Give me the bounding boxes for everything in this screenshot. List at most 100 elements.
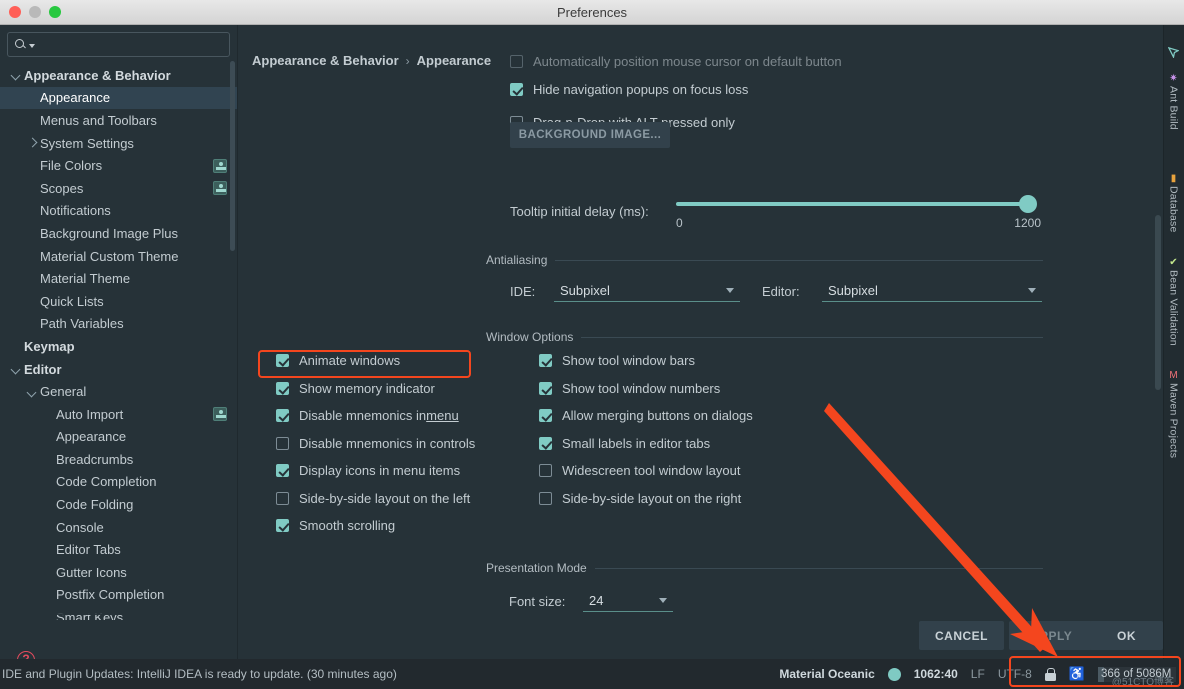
chevron-down-icon[interactable]	[8, 361, 24, 377]
settings-sidebar: Appearance & Behavior Appearance Menus and…	[0, 25, 237, 620]
chevron-right-icon[interactable]	[24, 135, 40, 151]
sidebar-item-appearance[interactable]: Appearance	[0, 426, 237, 449]
status-encoding[interactable]: UTF-8	[998, 667, 1032, 681]
sidebar-item-label: Quick Lists	[40, 293, 104, 309]
sidebar-item-scopes[interactable]: Scopes	[0, 177, 237, 200]
sidebar-scrollbar[interactable]	[230, 61, 235, 251]
checkbox-icon[interactable]	[539, 409, 552, 423]
search-box[interactable]	[7, 32, 230, 57]
sidebar-item-code-completion[interactable]: Code Completion	[0, 471, 237, 494]
checkbox-row[interactable]: Widescreen tool window layout	[539, 457, 829, 485]
sidebar-item-console[interactable]: Console	[0, 516, 237, 539]
sidebar-item-auto-import[interactable]: Auto Import	[0, 403, 237, 426]
chevron-down-icon[interactable]	[726, 288, 734, 293]
checkbox-icon[interactable]	[539, 436, 552, 450]
checkbox-row[interactable]: Smooth scrolling	[276, 512, 536, 540]
checkbox-row[interactable]: Show tool window bars	[539, 347, 829, 375]
checkbox-row[interactable]: Automatically position mouse cursor on d…	[510, 54, 842, 68]
sidebar-item-label: File Colors	[40, 158, 103, 174]
sidebar-item-system-settings[interactable]: System Settings	[0, 132, 237, 155]
minimize-window-icon[interactable]	[29, 6, 41, 18]
tool-window-ant-build[interactable]: ✷ Ant Build	[1163, 73, 1184, 130]
sidebar-item-path-variables[interactable]: Path Variables	[0, 313, 237, 336]
sidebar-item-label: Path Variables	[40, 316, 124, 332]
sidebar-item-keymap[interactable]: Keymap	[0, 335, 237, 358]
lock-icon[interactable]	[1044, 667, 1056, 681]
search-input[interactable]	[35, 37, 223, 52]
maximize-window-icon[interactable]	[49, 6, 61, 18]
checkbox-icon[interactable]	[276, 409, 289, 423]
editor-antialiasing-combo[interactable]: Subpixel	[822, 280, 1042, 302]
sidebar-item-editor-tabs[interactable]: Editor Tabs	[0, 538, 237, 561]
sidebar-item-editor[interactable]: Editor	[0, 358, 237, 381]
trash-icon[interactable]: ♿	[1069, 666, 1085, 682]
checkbox-row[interactable]: Display icons in menu items	[276, 457, 536, 485]
font-size-combo[interactable]: 24	[583, 590, 673, 612]
cursor-arrow-icon	[1168, 47, 1179, 58]
checkbox-icon[interactable]	[510, 54, 523, 68]
sidebar-item-notifications[interactable]: Notifications	[0, 200, 237, 223]
sidebar-item-file-colors[interactable]: File Colors	[0, 154, 237, 177]
ide-antialiasing-combo[interactable]: Subpixel	[554, 280, 740, 302]
tool-window-database[interactable]: ▮ Database	[1163, 173, 1184, 233]
sidebar-item-quick-lists[interactable]: Quick Lists	[0, 290, 237, 313]
sidebar-item-menus-and-toolbars[interactable]: Menus and Toolbars	[0, 109, 237, 132]
checkbox-icon[interactable]	[539, 491, 552, 505]
checkbox-icon[interactable]	[276, 354, 289, 368]
background-image-button[interactable]: BACKGROUND IMAGE...	[510, 122, 670, 148]
status-caret-position[interactable]: 1062:40	[914, 667, 958, 681]
editor-antialiasing-value: Subpixel	[828, 283, 878, 298]
checkbox-icon[interactable]	[539, 354, 552, 368]
sidebar-item-appearance[interactable]: Appearance	[0, 86, 237, 110]
sidebar-item-gutter-icons[interactable]: Gutter Icons	[0, 561, 237, 584]
chevron-down-icon[interactable]	[24, 384, 40, 400]
checkbox-icon[interactable]	[276, 464, 289, 478]
sidebar-item-code-folding[interactable]: Code Folding	[0, 493, 237, 516]
sidebar-item-postfix-completion[interactable]: Postfix Completion	[0, 584, 237, 607]
sidebar-item-general[interactable]: General	[0, 380, 237, 403]
checkbox-row[interactable]: Hide navigation popups on focus loss	[510, 78, 842, 101]
sidebar-item-label: Auto Import	[56, 406, 124, 422]
checkbox-row[interactable]: Show tool window numbers	[539, 375, 829, 403]
ok-button[interactable]: OK	[1090, 621, 1163, 650]
theme-color-swatch-icon[interactable]	[887, 667, 901, 681]
checkbox-icon[interactable]	[276, 381, 289, 395]
slider-thumb[interactable]	[1019, 195, 1037, 213]
tool-window-bean-validation[interactable]: ✔ Bean Validation	[1163, 257, 1184, 346]
breadcrumb-root[interactable]: Appearance & Behavior	[252, 53, 399, 68]
checkbox-icon[interactable]	[276, 436, 289, 450]
sidebar-item-background-image-plus[interactable]: Background Image Plus	[0, 222, 237, 245]
checkbox-row[interactable]: Show memory indicator	[276, 375, 536, 403]
checkbox-row[interactable]: Animate windows	[276, 347, 536, 375]
status-message[interactable]: IDE and Plugin Updates: IntelliJ IDEA is…	[2, 667, 397, 681]
checkbox-icon[interactable]	[539, 381, 552, 395]
chevron-down-icon[interactable]	[659, 598, 667, 603]
checkbox-icon[interactable]	[539, 464, 552, 478]
checkbox-icon[interactable]	[276, 519, 289, 533]
chevron-down-icon[interactable]	[8, 67, 24, 83]
checkbox-icon[interactable]	[276, 491, 289, 505]
sidebar-item-breadcrumbs[interactable]: Breadcrumbs	[0, 448, 237, 471]
sidebar-item-material-custom-theme[interactable]: Material Custom Theme	[0, 245, 237, 268]
main-scrollbar[interactable]	[1155, 215, 1161, 390]
status-line-separator[interactable]: LF	[971, 667, 985, 681]
tool-window-maven-projects[interactable]: M Maven Projects	[1163, 370, 1184, 458]
checkbox-icon[interactable]	[510, 83, 523, 96]
close-window-icon[interactable]	[9, 6, 21, 18]
cancel-button[interactable]: CANCEL	[919, 621, 1004, 650]
checkbox-row[interactable]: Allow merging buttons on dialogs	[539, 402, 829, 430]
checkbox-row[interactable]: Small labels in editor tabs	[539, 430, 829, 458]
presentation-mode-section-title: Presentation Mode	[486, 561, 587, 575]
window-options-right-column: Show tool window bars Show tool window nu…	[539, 347, 829, 512]
checkbox-row[interactable]: Disable mnemonics in controls	[276, 430, 536, 458]
checkbox-row[interactable]: Side-by-side layout on the right	[539, 485, 829, 513]
chevron-down-icon[interactable]	[1028, 288, 1036, 293]
status-theme[interactable]: Material Oceanic	[779, 667, 874, 681]
checkbox-row[interactable]: Disable mnemonics in menu	[276, 402, 536, 430]
sidebar-item-appearance-behavior[interactable]: Appearance & Behavior	[0, 64, 237, 87]
apply-button[interactable]: APPLY	[1009, 621, 1094, 650]
sidebar-item-material-theme[interactable]: Material Theme	[0, 267, 237, 290]
checkbox-row[interactable]: Side-by-side layout on the left	[276, 485, 536, 513]
